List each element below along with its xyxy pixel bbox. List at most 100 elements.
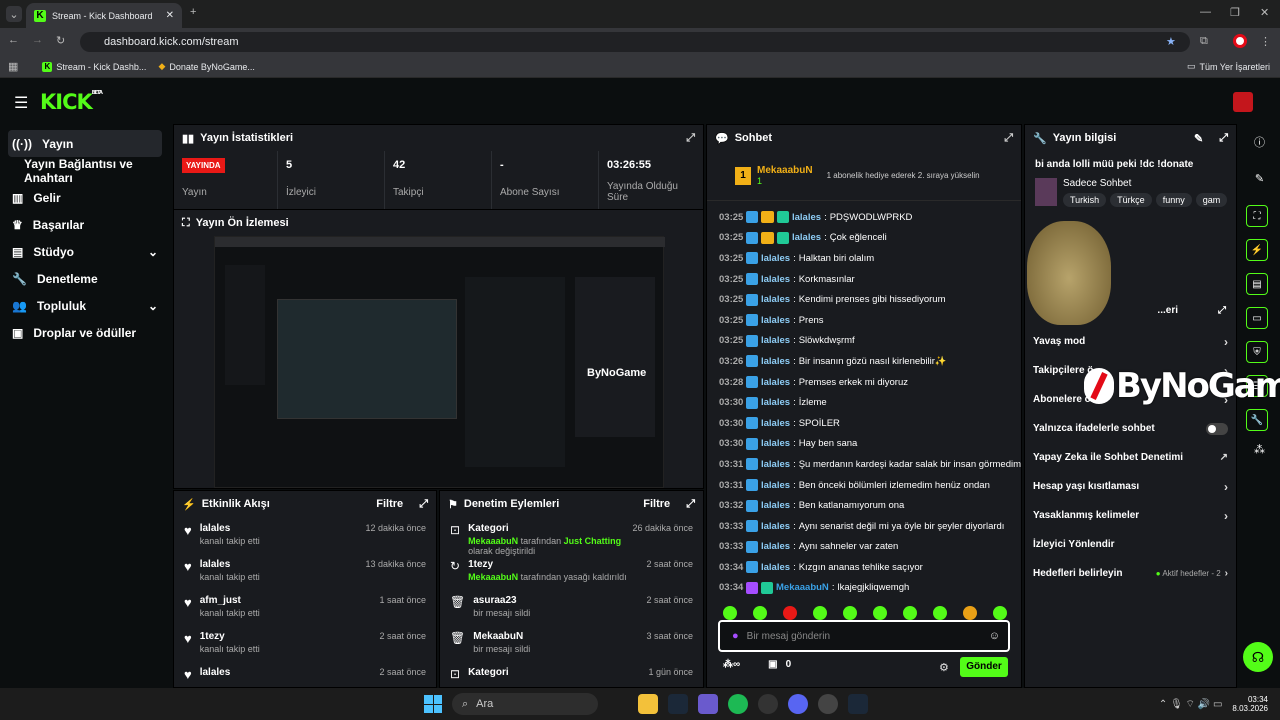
chat-message[interactable]: 03:25 lalales: Slöwkdwşrmf <box>707 331 1021 352</box>
chat-message[interactable]: 03:25 lalales: PDŞWODLWPRKD <box>707 207 1021 228</box>
moderation-item[interactable]: 🗑 asuraa23 bir mesajı sildi 2 saat önce <box>440 589 703 625</box>
emote-icon[interactable] <box>753 606 767 621</box>
chat-message[interactable]: 03:31 lalales: Ben önceki bölümleri izleme… <box>707 475 1021 496</box>
chat-message[interactable]: 03:30 lalales: Hay ben sana <box>707 434 1021 455</box>
moderation-filter-button[interactable]: Filtre <box>643 498 670 510</box>
tag-chip[interactable]: gam <box>1195 193 1228 207</box>
pinned-leaderboard[interactable]: 1 MekaaabuN 1 1 abonelik hediye ederek 2.… <box>707 151 1021 201</box>
discord-icon[interactable] <box>788 694 808 714</box>
obs-icon[interactable] <box>818 694 838 714</box>
emoji-icon[interactable]: ☺ <box>989 630 1000 642</box>
emote-icon[interactable] <box>813 606 827 621</box>
chat-setting-row[interactable]: Yavaş mod › <box>1025 327 1236 356</box>
expand-icon[interactable]: ⤢ <box>1218 305 1226 316</box>
new-tab-icon[interactable]: + <box>190 6 196 18</box>
chat-setting-row[interactable]: İzleyici Yönlendir <box>1025 530 1236 559</box>
chat-setting-row[interactable]: Yapay Zeka ile Sohbet Denetimi ↗ <box>1025 443 1236 472</box>
minimize-icon[interactable]: — <box>1200 6 1211 18</box>
sidebar-item-topluluk[interactable]: 👥 Topluluk ⌄ <box>0 292 170 319</box>
windows-start-icon[interactable] <box>424 695 442 713</box>
rail-doc-icon[interactable]: ▤ <box>1246 273 1268 295</box>
back-icon[interactable]: ← <box>8 34 19 46</box>
expand-icon[interactable]: ⤢ <box>686 498 695 511</box>
emote-icon[interactable] <box>783 606 797 621</box>
chat-message[interactable]: 03:25 lalales: Korkmasınlar <box>707 269 1021 290</box>
moderation-item[interactable]: 🗑 MekaabuN bir mesajı sildi 3 saat önce <box>440 625 703 661</box>
support-headset-icon[interactable]: ☊ <box>1243 642 1273 672</box>
all-bookmarks[interactable]: Tüm Yer İşaretleri <box>1199 62 1270 72</box>
chat-message[interactable]: 03:25 lalales: Çok eğlenceli <box>707 228 1021 249</box>
close-window-icon[interactable]: ✕ <box>1260 6 1269 19</box>
chat-setting-row[interactable]: Yalnızca ifadelerle sohbet <box>1025 414 1236 443</box>
tray-icons[interactable]: ⌃ 🎙 ⌔ 🔊 ▭ <box>1159 698 1223 711</box>
sidebar-item-gelir[interactable]: ▥ Gelir <box>0 184 170 211</box>
maximize-icon[interactable]: ❐ <box>1230 6 1240 19</box>
points-icon[interactable]: ⁂∞ <box>723 659 740 670</box>
activity-filter-button[interactable]: Filtre <box>376 498 403 510</box>
bookmark-star-icon[interactable]: ★ <box>1166 35 1176 48</box>
activity-item[interactable]: ♥ lalales kanalı takip etti 13 dakika önce <box>174 553 436 589</box>
tab-list-icon[interactable]: ⌄ <box>6 6 22 22</box>
reload-icon[interactable]: ↻ <box>56 34 65 47</box>
extensions-icon[interactable]: ⧉ <box>1200 35 1208 48</box>
chat-message[interactable]: 03:28 lalales: Premses erkek mi diyoruz <box>707 372 1021 393</box>
chat-setting-row[interactable]: Hedefleri belirleyin ● Aktif hedefler - 2… <box>1025 559 1236 588</box>
apps-grid-icon[interactable]: ▦ <box>8 60 18 73</box>
activity-item[interactable]: ♥ 1tezy kanalı takip etti 2 saat önce <box>174 625 436 661</box>
bookmark-donate[interactable]: Donate ByNoGame... <box>169 62 255 72</box>
slack-icon[interactable] <box>698 694 718 714</box>
rail-bolt-icon[interactable]: ⚡ <box>1246 239 1268 261</box>
emote-icon[interactable] <box>723 606 737 621</box>
chat-setting-row[interactable]: Hesap yaşı kısıtlaması › <box>1025 472 1236 501</box>
chat-message[interactable]: 03:26 lalales: Bir insanın gözü nasıl kirl… <box>707 351 1021 372</box>
chat-input[interactable]: ● Bir mesaj gönderin ☺ <box>718 620 1010 652</box>
tag-chip[interactable]: funny <box>1155 193 1192 207</box>
mic-icon[interactable]: ● <box>732 630 739 642</box>
chat-message[interactable]: 03:31 lalales: Şu merdanın kardeşi kadar s… <box>707 454 1021 475</box>
chat-setting-row[interactable]: Yasaklanmış kelimeler › <box>1025 501 1236 530</box>
info-circle-icon[interactable]: ⓘ <box>1239 134 1280 150</box>
expand-icon[interactable]: ⤢ <box>1219 132 1228 145</box>
hamburger-menu-icon[interactable]: ☰ <box>14 93 28 113</box>
rail-camera-icon[interactable]: ⛶ <box>1246 205 1268 227</box>
file-explorer-icon[interactable] <box>638 694 658 714</box>
tag-chip[interactable]: Türkçe <box>1110 193 1152 207</box>
clock[interactable]: 03:34 8.03.2026 <box>1232 695 1268 713</box>
rail-wrench-icon[interactable]: 🔧 <box>1246 409 1268 431</box>
kick-logo[interactable]: KICKBETA <box>40 90 103 114</box>
bookmark-kick[interactable]: Stream - Kick Dashb... <box>56 62 146 72</box>
steam-icon-2[interactable] <box>848 694 868 714</box>
sidebar-item-basarilar[interactable]: ♛ Başarılar <box>0 211 170 238</box>
spotify-icon[interactable] <box>728 694 748 714</box>
sidebar-item-droplar[interactable]: ▣ Droplar ve ödüller <box>0 319 170 346</box>
expand-icon[interactable]: ⤢ <box>686 132 695 145</box>
sidebar-item-stream-key[interactable]: Yayın Bağlantısı ve Anahtarı <box>0 157 170 185</box>
chat-message[interactable]: 03:25 lalales: Prens <box>707 310 1021 331</box>
emote-icon[interactable] <box>843 606 857 621</box>
url-field[interactable]: dashboard.kick.com/stream <box>80 32 1190 52</box>
emote-icon[interactable] <box>903 606 917 621</box>
chat-message[interactable]: 03:32 lalales: Ben katlanamıyorum ona <box>707 495 1021 516</box>
user-avatar[interactable] <box>1233 92 1253 112</box>
sidebar-item-yayin[interactable]: ((·)) Yayın <box>8 130 162 157</box>
toggle-switch[interactable] <box>1206 422 1228 435</box>
emote-icon[interactable] <box>933 606 947 621</box>
menu-dots-icon[interactable]: ⋮ <box>1260 35 1271 48</box>
chat-message[interactable]: 03:30 lalales: İzleme <box>707 392 1021 413</box>
tag-chip[interactable]: Turkish <box>1063 193 1107 207</box>
chat-message[interactable]: 03:25 lalales: Halktan biri olalım <box>707 248 1021 269</box>
activity-item[interactable]: ♥ lalales kanalı takip etti 12 dakika önce <box>174 517 436 553</box>
activity-item[interactable]: ♥ afm_just kanalı takip etti 1 saat önce <box>174 589 436 625</box>
emote-icon[interactable] <box>873 606 887 621</box>
emote-bar[interactable] <box>707 598 1021 621</box>
taskbar-search[interactable]: ⌕ Ara <box>452 693 598 715</box>
rail-shield-icon[interactable]: ⛨ <box>1246 341 1268 363</box>
rail-chat-icon[interactable]: ▭ <box>1246 307 1268 329</box>
profile-avatar[interactable] <box>1233 34 1247 48</box>
close-tab-icon[interactable]: ✕ <box>166 10 174 21</box>
rail-points-icon[interactable]: ⁂ <box>1239 443 1280 456</box>
chat-message[interactable]: 03:34 MekaaabuN: lkajegjkliqwemgh <box>707 578 1021 599</box>
forward-icon[interactable]: → <box>32 34 43 46</box>
send-button[interactable]: Gönder <box>960 657 1008 677</box>
expand-icon[interactable]: ⤢ <box>1004 132 1013 145</box>
